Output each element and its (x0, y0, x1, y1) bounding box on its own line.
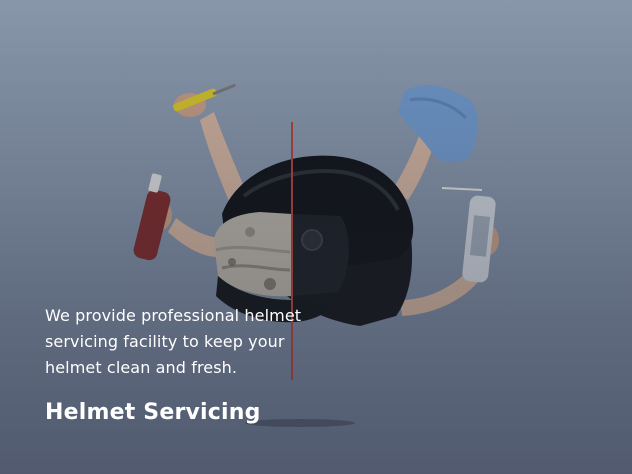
service-description: We provide professional helmet servicing… (45, 306, 302, 377)
service-card[interactable]: We provide professional helmet servicing… (0, 0, 632, 474)
service-title[interactable]: Helmet Servicing (45, 400, 261, 425)
